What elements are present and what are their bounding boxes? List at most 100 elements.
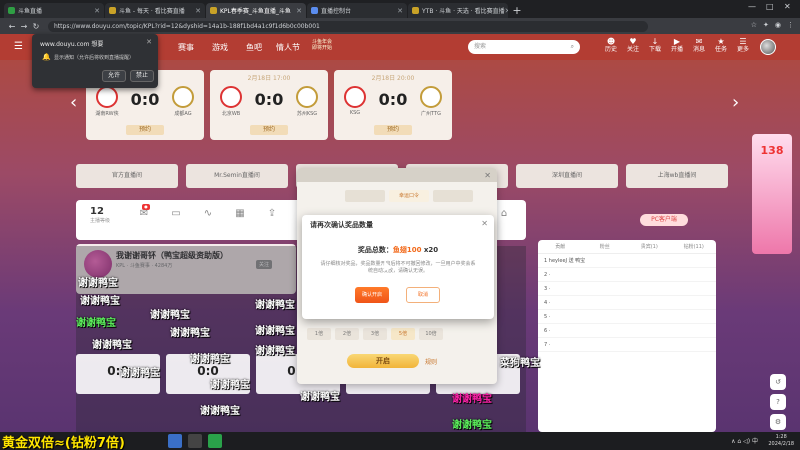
bookmark-icon[interactable]: ☆ xyxy=(751,21,757,29)
app-icon[interactable] xyxy=(188,434,202,448)
user-avatar[interactable] xyxy=(760,39,776,55)
confirm-dialog: 请再次确认奖品数量 ✕ 奖品总数：鱼翅100 x20 请仔细核对奖品，奖品数量开… xyxy=(302,215,494,319)
lottery-tab[interactable] xyxy=(345,190,385,202)
grid-icon[interactable]: ▦ xyxy=(232,208,248,224)
carousel-next-icon[interactable]: › xyxy=(732,92,739,113)
header-5-button[interactable]: ★ 任务 xyxy=(714,38,728,54)
header-4-button[interactable]: ✉ 消息 xyxy=(692,38,706,54)
url-input[interactable]: https://www.douyu.com/topic/KPL?rid=12&d… xyxy=(48,20,648,32)
tab-close-icon[interactable]: ✕ xyxy=(94,7,100,15)
rank-tab[interactable]: 钻粉(11) xyxy=(672,240,717,253)
side-tool-icon[interactable]: ? xyxy=(770,394,786,410)
new-tab-button[interactable]: + xyxy=(509,3,525,18)
clock[interactable]: 1:28 2024/2/18 xyxy=(768,434,794,448)
forward-icon[interactable]: → xyxy=(18,22,30,31)
steam-icon[interactable] xyxy=(168,434,182,448)
reload-icon[interactable]: ↻ xyxy=(30,22,42,31)
multiplier-option[interactable]: 1倍 xyxy=(307,328,331,340)
browser-tab[interactable]: YTB · 斗鱼 · 天选 · 看比赛直播 ✕ xyxy=(408,3,508,18)
match-card[interactable]: 2月18日 20:00 0:0 KSG 广州TTG 预约 xyxy=(334,70,452,140)
cancel-button[interactable]: 取消 xyxy=(406,287,440,303)
danmaku-text: 谢谢鸭宝 xyxy=(255,300,295,311)
extensions-icon[interactable]: ✦ xyxy=(763,21,769,29)
reserve-button[interactable]: 预约 xyxy=(250,125,288,135)
header-2-button[interactable]: ↓ 下载 xyxy=(648,38,662,54)
browser-tab[interactable]: 斗鱼 - 每天 · 看比赛直播 ✕ xyxy=(105,3,205,18)
header-3-button[interactable]: ▶ 开播 xyxy=(670,38,684,54)
tab-close-icon[interactable]: ✕ xyxy=(296,7,302,15)
rank-tab[interactable]: 粉丝 xyxy=(583,240,628,253)
wave-icon[interactable]: ∿ xyxy=(200,208,216,224)
allow-button[interactable]: 允许 xyxy=(102,70,126,82)
rank-row[interactable]: 4 · xyxy=(538,296,716,310)
multiplier-option[interactable]: 5倍 xyxy=(391,328,415,340)
rank-tab[interactable]: 贵宾(1) xyxy=(627,240,672,253)
lottery-tab[interactable] xyxy=(433,190,473,202)
rule-link[interactable]: 规则 xyxy=(425,357,437,366)
browser-tab[interactable]: KPL春季赛_斗鱼直播_斗鱼 ✕ xyxy=(206,3,306,18)
reserve-button[interactable]: 预约 xyxy=(374,125,412,135)
pc-client-button[interactable]: PC客户端 xyxy=(640,214,688,226)
gift-icon[interactable]: ✉ xyxy=(136,208,152,224)
nav-valentine[interactable]: 情人节 xyxy=(276,42,300,53)
room-link[interactable]: 官方直播间 xyxy=(76,164,178,188)
search-input[interactable]: 搜索 ⌕ xyxy=(468,40,580,54)
header-glyph-icon: ♥ xyxy=(629,37,637,46)
header-6-button[interactable]: ☰ 更多 xyxy=(736,38,750,54)
header-0-button[interactable]: ☻ 历史 xyxy=(604,38,618,54)
header-label: 历史 xyxy=(604,46,617,53)
wechat-icon[interactable] xyxy=(208,434,222,448)
permission-close-icon[interactable]: ✕ xyxy=(146,38,152,46)
header-1-button[interactable]: ♥ 关注 xyxy=(626,38,640,54)
carousel-prev-icon[interactable]: ‹ xyxy=(70,92,77,113)
lottery-tab[interactable]: 幸运口令 xyxy=(389,190,429,202)
maximize-button[interactable]: □ xyxy=(766,2,774,11)
rank-row[interactable]: 7 · xyxy=(538,338,716,352)
rank-row[interactable]: 6 · xyxy=(538,324,716,338)
rank-row[interactable]: 2 · xyxy=(538,268,716,282)
confirm-open-button[interactable]: 确认开启 xyxy=(355,287,389,303)
tag-icon[interactable]: ⌂ xyxy=(496,208,512,224)
room-link[interactable]: 深圳直播间 xyxy=(516,164,618,188)
reserve-button[interactable]: 预约 xyxy=(126,125,164,135)
open-lottery-button[interactable]: 开启 xyxy=(347,354,419,368)
header-label: 下载 xyxy=(648,46,661,53)
side-tool-icon[interactable]: ↺ xyxy=(770,374,786,390)
block-button[interactable]: 禁止 xyxy=(130,70,154,82)
multiplier-option[interactable]: 3倍 xyxy=(363,328,387,340)
close-window-button[interactable]: ✕ xyxy=(784,2,791,11)
share-icon[interactable]: ⇪ xyxy=(264,208,280,224)
side-tool-icon[interactable]: ⚙ xyxy=(770,414,786,430)
browser-tab[interactable]: 直播控制台 ✕ xyxy=(307,3,407,18)
rank-row[interactable]: 3 · xyxy=(538,282,716,296)
rank-row[interactable]: 5 · xyxy=(538,310,716,324)
hamburger-menu-icon[interactable]: ☰ xyxy=(14,41,23,52)
multiplier-option[interactable]: 2倍 xyxy=(335,328,359,340)
profile-icon[interactable]: ◉ xyxy=(775,21,781,29)
multiplier-option[interactable]: 10倍 xyxy=(419,328,443,340)
system-tray[interactable]: ∧ ⌂ ◁) 中 xyxy=(731,436,758,445)
back-icon[interactable]: ← xyxy=(6,22,18,31)
rank-row[interactable]: 1 heyleeJ 送 鸭宝 xyxy=(538,254,716,268)
rank-tab[interactable]: 贡献 xyxy=(538,240,583,253)
nav-events[interactable]: 赛事 xyxy=(178,42,194,53)
side-promo[interactable]: 138 xyxy=(752,134,792,254)
room-link[interactable]: Mr.Semin直播间 xyxy=(186,164,288,188)
browser-tab[interactable]: 斗鱼直播 ✕ xyxy=(4,3,104,18)
nav-fishbar[interactable]: 鱼吧 xyxy=(246,42,262,53)
level-count: 12 主播等级 xyxy=(90,206,111,224)
confirm-close-icon[interactable]: ✕ xyxy=(481,219,488,228)
danmaku-text: 谢谢鸭宝 xyxy=(76,318,116,329)
browser-menu-icon[interactable]: ⋮ xyxy=(787,21,794,29)
tab-close-icon[interactable]: ✕ xyxy=(505,7,508,15)
tab-close-icon[interactable]: ✕ xyxy=(195,7,201,15)
lottery-close-icon[interactable]: ✕ xyxy=(484,171,491,180)
danmaku-text: 谢谢鸭宝 xyxy=(170,328,210,339)
match-card[interactable]: 2月18日 17:00 0:0 北京WB 苏州KSG 预约 xyxy=(210,70,328,140)
nav-games[interactable]: 游戏 xyxy=(212,42,228,53)
minimize-button[interactable]: — xyxy=(748,2,756,11)
screen-icon[interactable]: ▭ xyxy=(168,208,184,224)
room-link[interactable]: 上海wb直播间 xyxy=(626,164,728,188)
search-icon[interactable]: ⌕ xyxy=(571,40,574,54)
tab-close-icon[interactable]: ✕ xyxy=(397,7,403,15)
